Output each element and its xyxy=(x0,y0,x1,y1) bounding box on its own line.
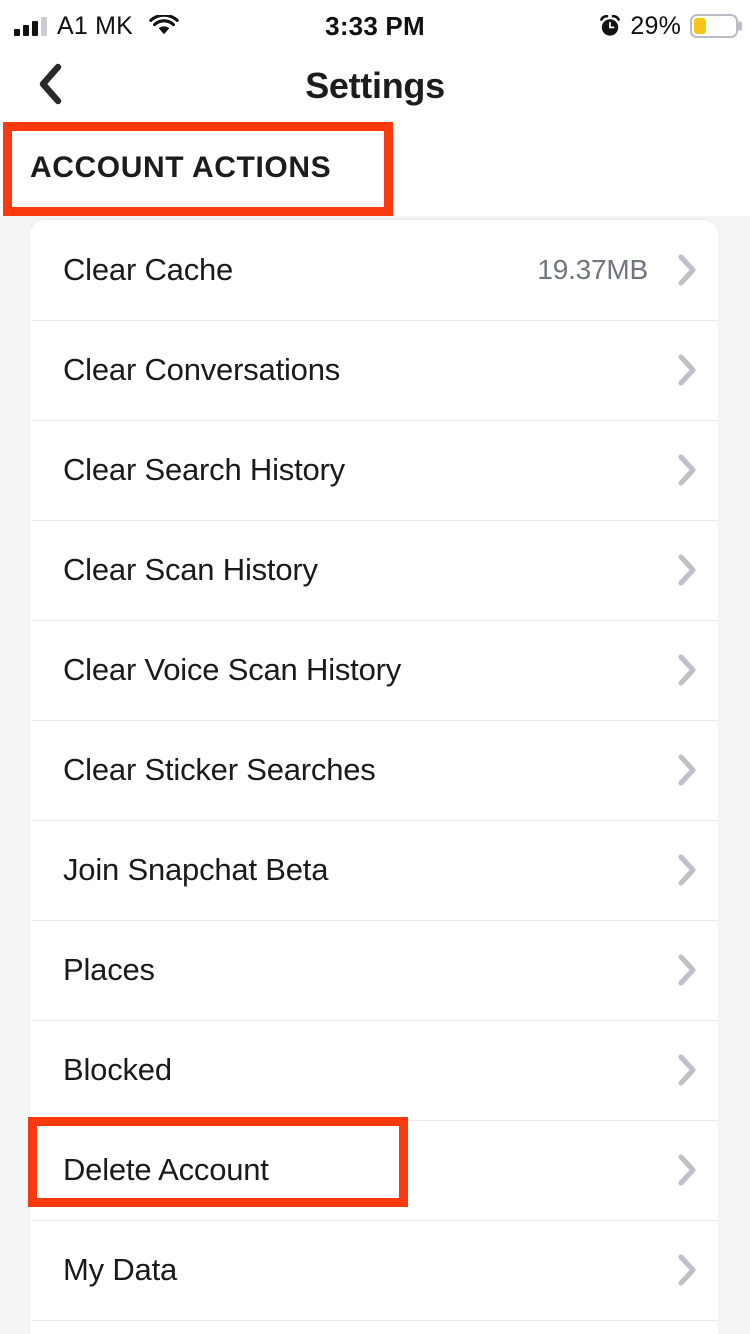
settings-row[interactable]: Delete Account xyxy=(30,1120,718,1220)
settings-row-accessory xyxy=(674,1252,718,1288)
settings-row-label: My Data xyxy=(63,1252,178,1287)
settings-row-accessory xyxy=(674,852,718,888)
settings-row-label: Places xyxy=(63,952,155,987)
status-bar-left: A1 MK xyxy=(14,0,179,52)
phone-screen: A1 MK 3:33 PM 29% Settings ACCOUNT ACTIO… xyxy=(0,0,750,1334)
chevron-right-icon xyxy=(674,952,700,988)
settings-row-accessory xyxy=(674,452,718,488)
chevron-right-icon xyxy=(674,652,700,688)
settings-row-accessory xyxy=(674,1152,718,1188)
chevron-right-icon xyxy=(674,1252,700,1288)
section-header: ACCOUNT ACTIONS xyxy=(0,120,750,216)
settings-row-label: Clear Voice Scan History xyxy=(63,652,402,687)
settings-row[interactable]: Clear Conversations xyxy=(30,320,718,420)
settings-row-accessory xyxy=(674,752,718,788)
settings-list-scroll[interactable]: Clear Cache 19.37MB Clear Conversations Cle… xyxy=(0,216,750,1334)
settings-row[interactable]: Clear Voice Scan History xyxy=(30,620,718,720)
chevron-right-icon xyxy=(674,252,700,288)
settings-row[interactable]: Clear Search History xyxy=(30,420,718,520)
carrier-label: A1 MK xyxy=(57,11,134,40)
settings-row-accessory xyxy=(674,552,718,588)
settings-row-label: Clear Scan History xyxy=(63,552,318,587)
settings-row-label: Clear Cache xyxy=(63,252,234,287)
chevron-right-icon xyxy=(674,452,700,488)
cellular-signal-icon xyxy=(14,16,47,36)
section-title-account-actions: ACCOUNT ACTIONS xyxy=(30,151,332,184)
settings-row[interactable]: Blocked xyxy=(30,1020,718,1120)
settings-row[interactable] xyxy=(30,1320,718,1334)
settings-row-accessory: 19.37MB xyxy=(537,252,718,288)
settings-row-label: Clear Sticker Searches xyxy=(63,752,376,787)
settings-row-label: Blocked xyxy=(63,1052,172,1087)
chevron-right-icon xyxy=(674,752,700,788)
settings-row[interactable]: Join Snapchat Beta xyxy=(30,820,718,920)
clock-label: 3:33 PM xyxy=(325,10,425,41)
status-bar: A1 MK 3:33 PM 29% xyxy=(0,0,750,52)
settings-row-label: Clear Search History xyxy=(63,452,345,487)
battery-cap xyxy=(738,21,742,31)
settings-row-accessory xyxy=(674,952,718,988)
settings-row-label: Clear Conversations xyxy=(63,352,341,387)
settings-row[interactable]: Clear Cache 19.37MB xyxy=(30,220,718,320)
battery-percent-label: 29% xyxy=(630,11,681,40)
settings-row[interactable]: My Data xyxy=(30,1220,718,1320)
battery-icon xyxy=(690,14,742,38)
navigation-bar: Settings xyxy=(0,52,750,120)
settings-row-accessory xyxy=(674,1052,718,1088)
chevron-right-icon xyxy=(674,352,700,388)
chevron-right-icon xyxy=(674,852,700,888)
settings-row-label: Join Snapchat Beta xyxy=(63,852,329,887)
settings-row-accessory xyxy=(674,652,718,688)
settings-row-value: 19.37MB xyxy=(537,254,648,285)
wifi-icon xyxy=(149,15,179,37)
alarm-clock-icon xyxy=(599,14,621,37)
chevron-right-icon xyxy=(674,1152,700,1188)
page-title: Settings xyxy=(305,65,445,106)
settings-row[interactable]: Places xyxy=(30,920,718,1020)
settings-card: Clear Cache 19.37MB Clear Conversations Cle… xyxy=(30,220,718,1334)
settings-row-label: Delete Account xyxy=(63,1152,269,1187)
status-bar-right: 29% xyxy=(599,0,742,52)
chevron-right-icon xyxy=(674,552,700,588)
chevron-right-icon xyxy=(674,1052,700,1088)
settings-row[interactable]: Clear Scan History xyxy=(30,520,718,620)
settings-row[interactable]: Clear Sticker Searches xyxy=(30,720,718,820)
settings-row-accessory xyxy=(674,352,718,388)
battery-fill xyxy=(694,18,706,34)
